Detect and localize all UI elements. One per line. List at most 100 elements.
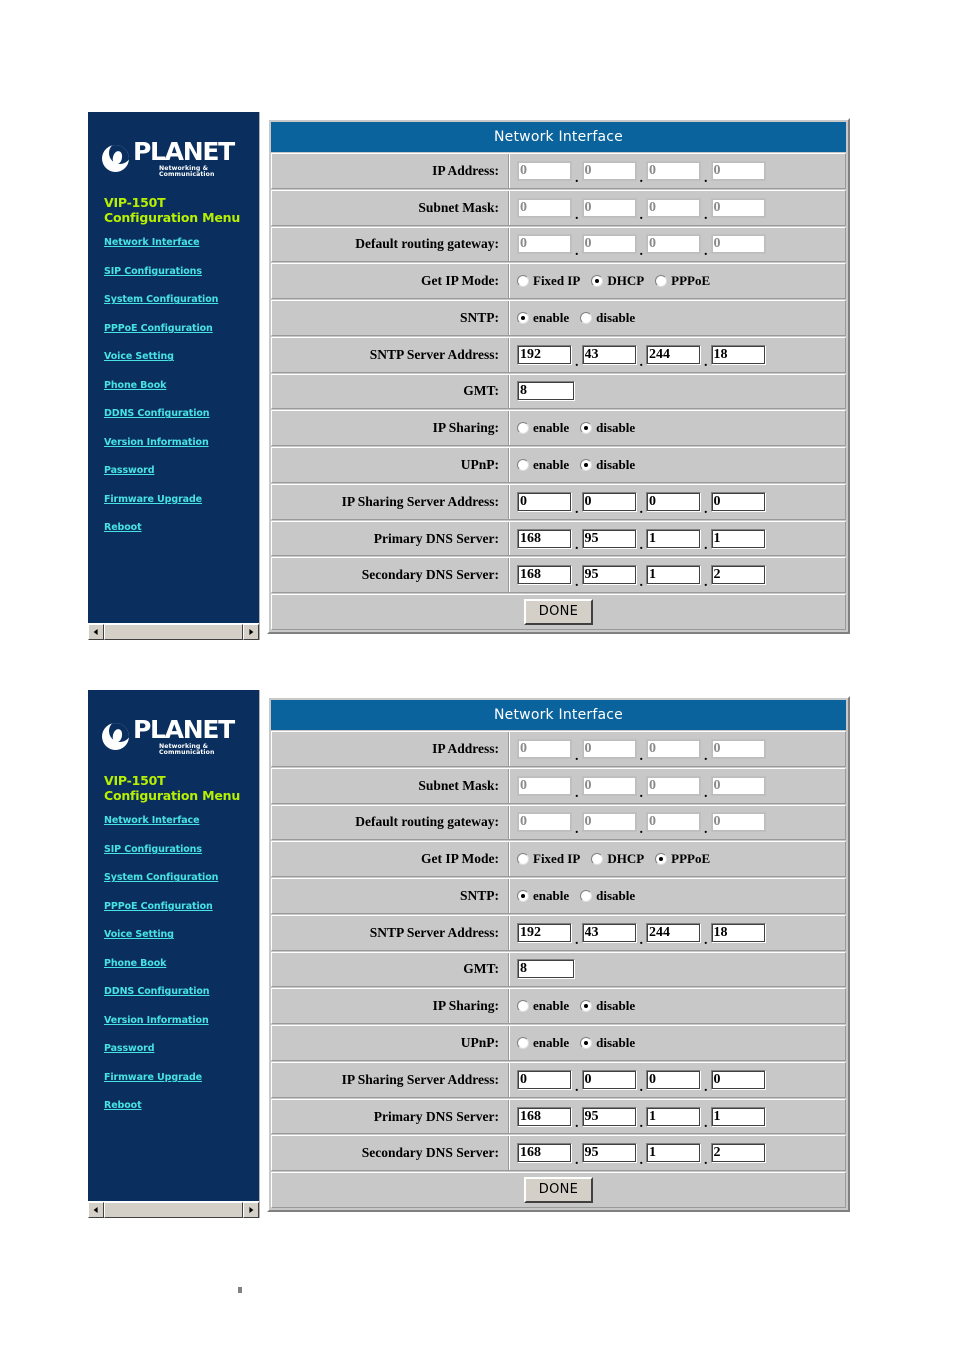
gmt-input[interactable] <box>517 959 575 980</box>
ip-sharing-server-octet-4[interactable] <box>710 491 766 512</box>
subnet-mask-octet-3[interactable] <box>646 197 701 218</box>
scroll-right-arrow-icon[interactable] <box>243 1202 259 1218</box>
radio-button-icon[interactable] <box>580 1000 593 1013</box>
ip-address-octet-2[interactable] <box>581 738 637 759</box>
default-gateway-octet-2[interactable] <box>581 234 637 255</box>
radio-upnp-enable[interactable]: enable <box>517 457 569 473</box>
sntp-server-octet-4[interactable] <box>710 344 766 365</box>
ip-sharing-server-octet-2[interactable] <box>581 491 637 512</box>
radio-ip-sharing-enable[interactable]: enable <box>517 998 569 1014</box>
scrollbar-track[interactable] <box>104 624 243 640</box>
radio-button-icon[interactable] <box>517 311 529 324</box>
sidebar-item-ddns-configuration[interactable]: DDNS Configuration <box>104 986 259 997</box>
secondary-dns-octet-4[interactable] <box>710 1143 766 1164</box>
ip-sharing-server-octet-3[interactable] <box>646 1069 701 1090</box>
default-gateway-octet-3[interactable] <box>646 234 701 255</box>
radio-button-icon[interactable] <box>517 853 529 866</box>
sidebar-item-pppoe-configuration[interactable]: PPPoE Configuration <box>104 901 259 912</box>
sidebar-item-network-interface[interactable]: Network Interface <box>104 815 259 826</box>
radio-button-icon[interactable] <box>580 311 593 324</box>
default-gateway-octet-4[interactable] <box>710 812 766 833</box>
sidebar-item-sip-configurations[interactable]: SIP Configurations <box>104 266 259 277</box>
ip-sharing-server-octet-1[interactable] <box>517 1069 572 1090</box>
primary-dns-octet-1[interactable] <box>517 1106 572 1127</box>
radio-ip-sharing-disable[interactable]: disable <box>580 998 635 1014</box>
secondary-dns-octet-2[interactable] <box>581 565 637 586</box>
done-button[interactable]: DONE <box>523 599 594 626</box>
ip-sharing-server-octet-2[interactable] <box>581 1069 637 1090</box>
radio-button-icon[interactable] <box>580 459 593 471</box>
default-gateway-octet-1[interactable] <box>517 234 572 255</box>
sidebar-horizontal-scrollbar[interactable] <box>88 623 259 640</box>
radio-button-icon[interactable] <box>580 1037 593 1049</box>
sidebar-item-phone-book[interactable]: Phone Book <box>104 380 259 391</box>
sidebar-item-ddns-configuration[interactable]: DDNS Configuration <box>104 408 259 419</box>
scroll-left-arrow-icon[interactable] <box>88 1202 104 1218</box>
radio-upnp-disable[interactable]: disable <box>580 1035 635 1051</box>
sntp-server-octet-1[interactable] <box>517 344 572 365</box>
sidebar-item-version-information[interactable]: Version Information <box>104 437 259 448</box>
radio-get-ip-mode-pppoe[interactable]: PPPoE <box>655 851 710 867</box>
ip-sharing-server-octet-4[interactable] <box>710 1069 766 1090</box>
ip-address-octet-4[interactable] <box>710 738 766 759</box>
subnet-mask-octet-4[interactable] <box>710 197 766 218</box>
sidebar-item-firmware-upgrade[interactable]: Firmware Upgrade <box>104 1072 259 1083</box>
default-gateway-octet-2[interactable] <box>581 812 637 833</box>
radio-ip-sharing-disable[interactable]: disable <box>580 420 635 436</box>
default-gateway-octet-4[interactable] <box>710 234 766 255</box>
sidebar-item-voice-setting[interactable]: Voice Setting <box>104 929 259 940</box>
secondary-dns-octet-1[interactable] <box>517 565 572 586</box>
secondary-dns-octet-4[interactable] <box>710 565 766 586</box>
sidebar-item-pppoe-configuration[interactable]: PPPoE Configuration <box>104 323 259 334</box>
sidebar-item-password[interactable]: Password <box>104 465 259 476</box>
sidebar-item-version-information[interactable]: Version Information <box>104 1015 259 1026</box>
sntp-server-octet-2[interactable] <box>581 922 637 943</box>
scroll-left-arrow-icon[interactable] <box>88 624 104 640</box>
primary-dns-octet-3[interactable] <box>646 528 701 549</box>
ip-address-octet-4[interactable] <box>710 160 766 181</box>
radio-button-icon[interactable] <box>591 275 604 288</box>
radio-sntp-enable[interactable]: enable <box>517 310 569 326</box>
radio-button-icon[interactable] <box>580 889 593 902</box>
sidebar-item-system-configuration[interactable]: System Configuration <box>104 294 259 305</box>
radio-button-icon[interactable] <box>655 853 668 866</box>
sntp-server-octet-4[interactable] <box>710 922 766 943</box>
sntp-server-octet-2[interactable] <box>581 344 637 365</box>
radio-button-icon[interactable] <box>655 275 668 288</box>
primary-dns-octet-4[interactable] <box>710 1106 766 1127</box>
primary-dns-octet-3[interactable] <box>646 1106 701 1127</box>
sntp-server-octet-1[interactable] <box>517 922 572 943</box>
radio-button-icon[interactable] <box>517 1000 529 1013</box>
ip-address-octet-3[interactable] <box>646 160 701 181</box>
radio-button-icon[interactable] <box>517 1037 529 1049</box>
subnet-mask-octet-2[interactable] <box>581 775 637 796</box>
radio-get-ip-mode-fixed-ip[interactable]: Fixed IP <box>517 273 580 289</box>
radio-upnp-disable[interactable]: disable <box>580 457 635 473</box>
subnet-mask-octet-4[interactable] <box>710 775 766 796</box>
subnet-mask-octet-2[interactable] <box>581 197 637 218</box>
primary-dns-octet-2[interactable] <box>581 1106 637 1127</box>
scroll-right-arrow-icon[interactable] <box>243 624 259 640</box>
sidebar-item-system-configuration[interactable]: System Configuration <box>104 872 259 883</box>
radio-get-ip-mode-dhcp[interactable]: DHCP <box>591 851 644 867</box>
sidebar-item-sip-configurations[interactable]: SIP Configurations <box>104 844 259 855</box>
sidebar-item-reboot[interactable]: Reboot <box>104 1100 259 1111</box>
default-gateway-octet-1[interactable] <box>517 812 572 833</box>
radio-get-ip-mode-fixed-ip[interactable]: Fixed IP <box>517 851 580 867</box>
primary-dns-octet-4[interactable] <box>710 528 766 549</box>
sidebar-item-password[interactable]: Password <box>104 1043 259 1054</box>
primary-dns-octet-2[interactable] <box>581 528 637 549</box>
sidebar-item-phone-book[interactable]: Phone Book <box>104 958 259 969</box>
radio-sntp-disable[interactable]: disable <box>580 888 635 904</box>
sidebar-item-firmware-upgrade[interactable]: Firmware Upgrade <box>104 494 259 505</box>
sntp-server-octet-3[interactable] <box>646 344 701 365</box>
radio-ip-sharing-enable[interactable]: enable <box>517 420 569 436</box>
radio-sntp-enable[interactable]: enable <box>517 888 569 904</box>
secondary-dns-octet-3[interactable] <box>646 1143 701 1164</box>
secondary-dns-octet-3[interactable] <box>646 565 701 586</box>
scrollbar-thumb[interactable] <box>104 1202 243 1218</box>
sidebar-item-voice-setting[interactable]: Voice Setting <box>104 351 259 362</box>
subnet-mask-octet-3[interactable] <box>646 775 701 796</box>
sidebar-item-reboot[interactable]: Reboot <box>104 522 259 533</box>
radio-button-icon[interactable] <box>517 889 529 902</box>
